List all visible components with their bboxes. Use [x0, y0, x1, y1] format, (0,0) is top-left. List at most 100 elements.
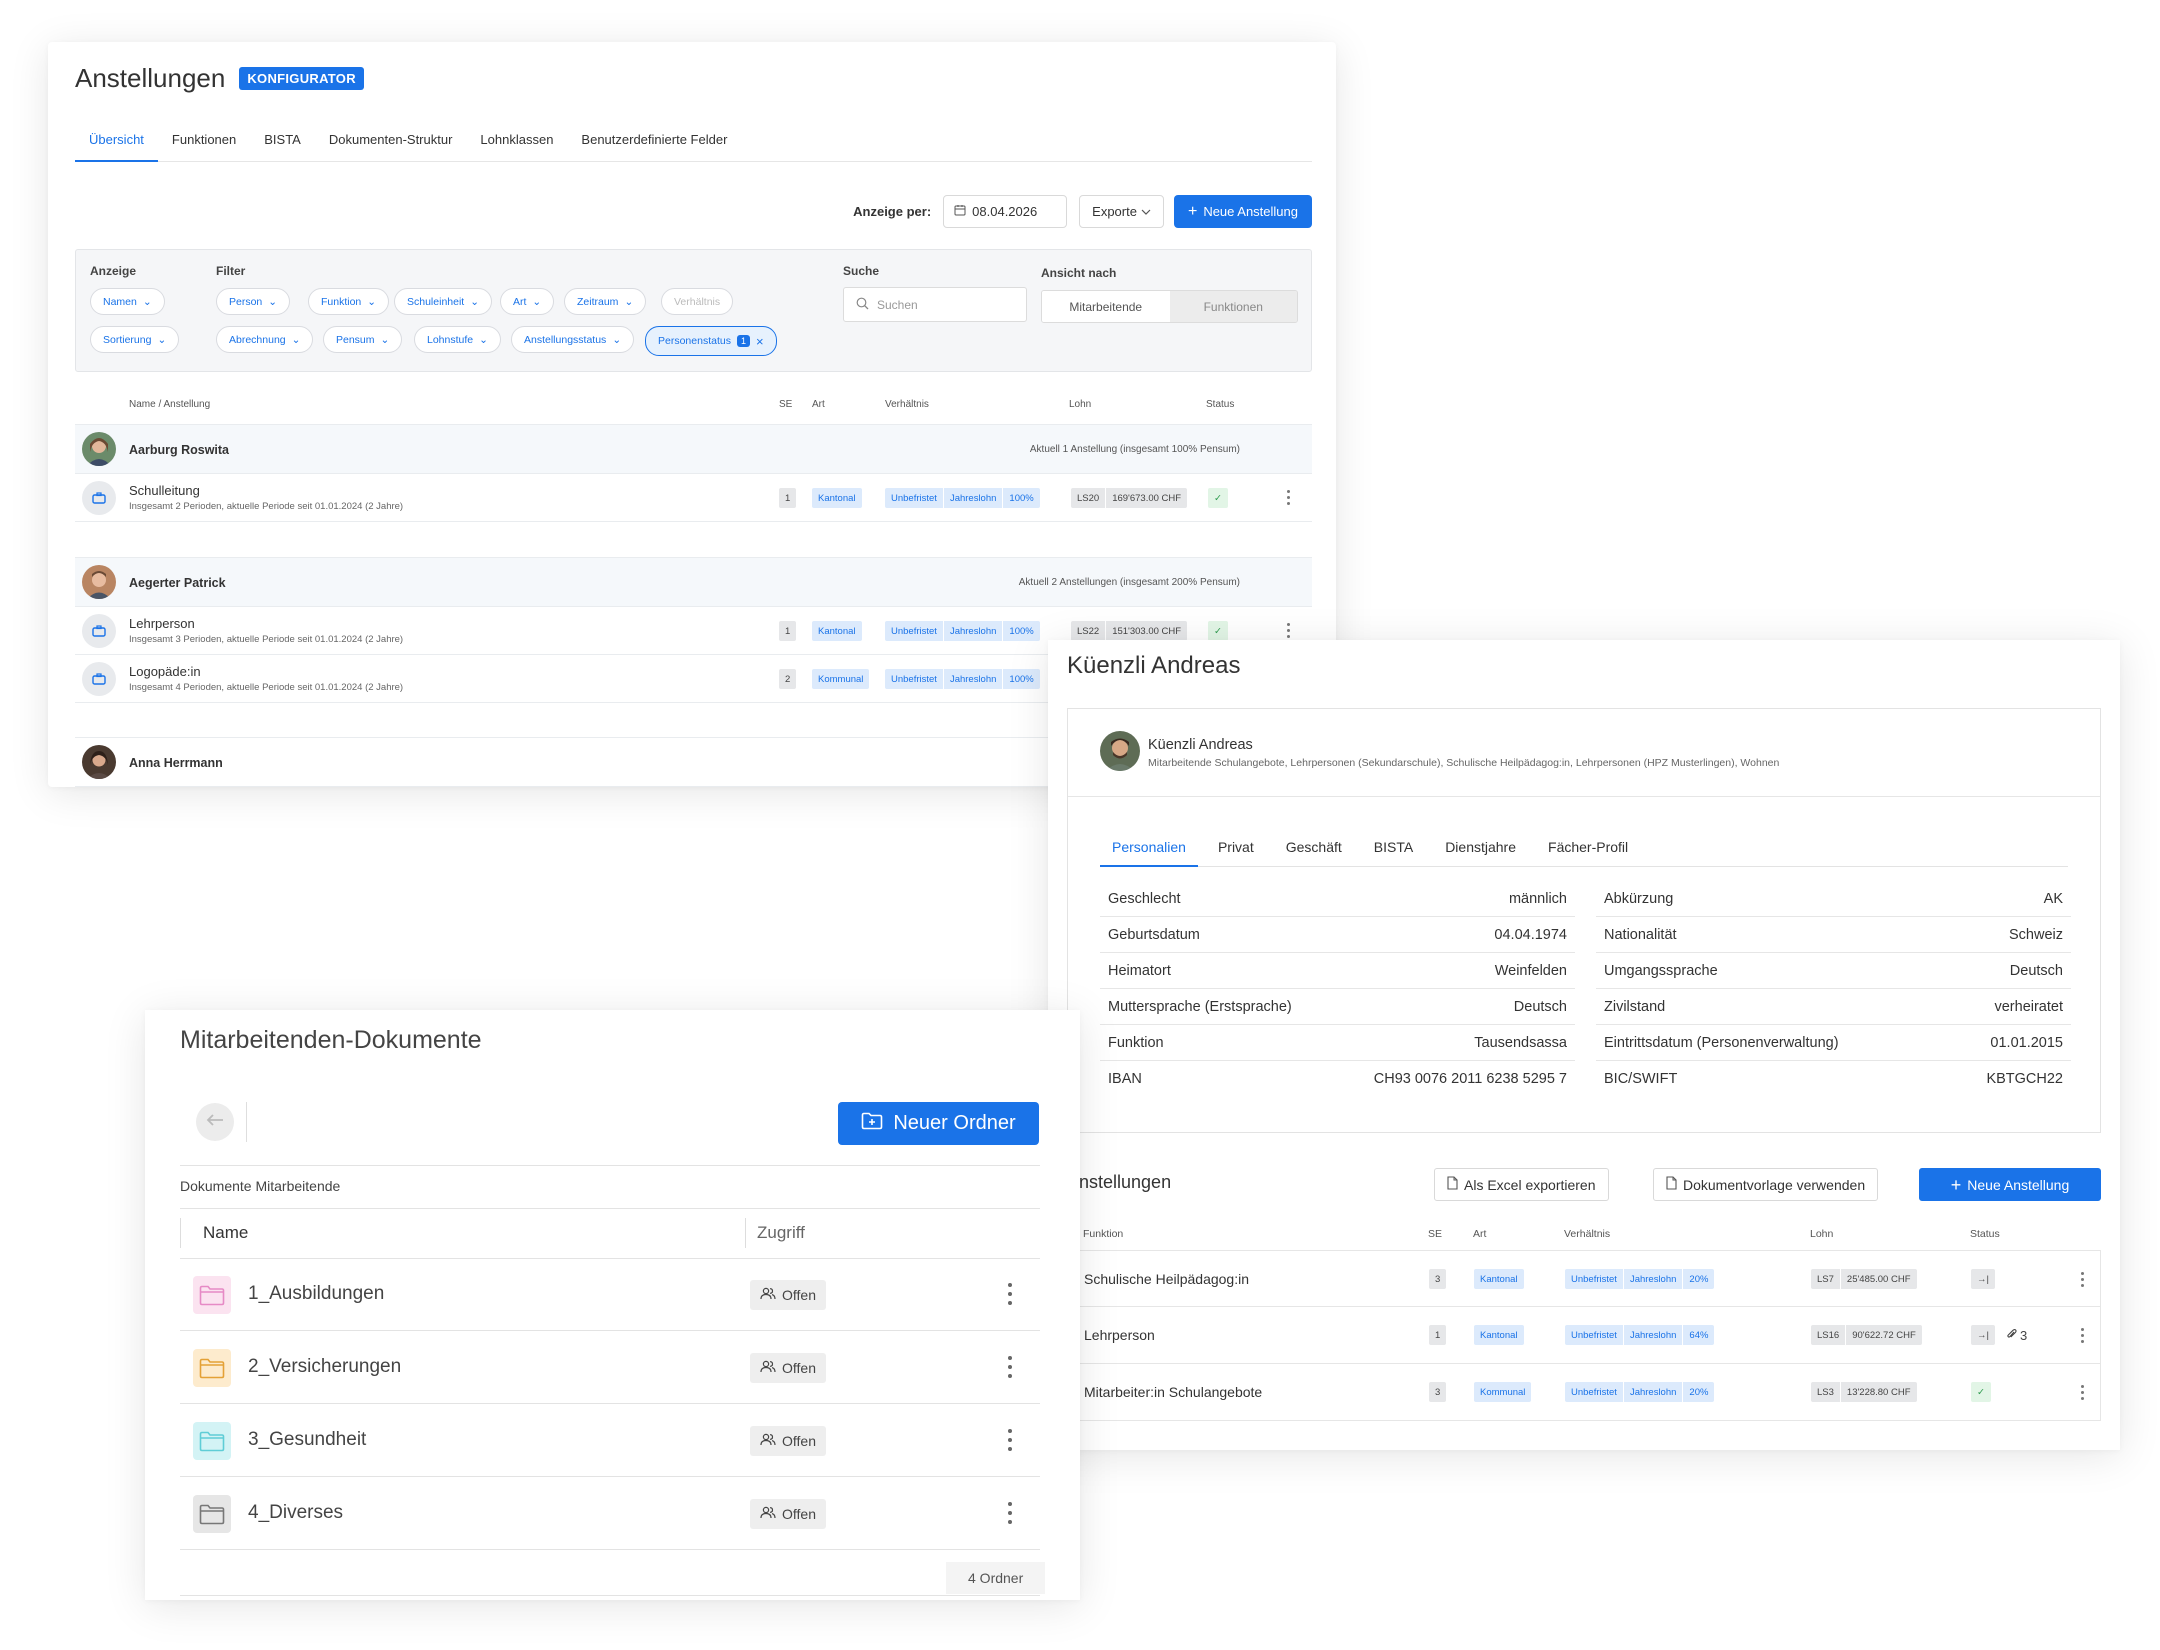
exporte-button[interactable]: Exporte [1079, 195, 1164, 228]
chevron-down-icon: ⌄ [612, 333, 622, 346]
neuer-ordner-button[interactable]: Neuer Ordner [838, 1102, 1039, 1145]
excel-export-button[interactable]: Als Excel exportieren [1434, 1168, 1609, 1201]
chip-sortierung[interactable]: Sortierung ⌄ [90, 326, 180, 353]
employment-row[interactable]: Schulleitung Insgesamt 2 Perioden, aktue… [75, 474, 1312, 522]
chip-label: Lohnstufe [427, 333, 474, 346]
tab-privat[interactable]: Privat [1206, 831, 1266, 867]
lohn-tags: LS7 25'485.00 CHF [1811, 1269, 1917, 1289]
users-icon [760, 1433, 776, 1449]
attachments[interactable]: 3 [2006, 1325, 2027, 1345]
chip-lohnstufe[interactable]: Lohnstufe ⌄ [414, 326, 501, 353]
access-badge[interactable]: Offen [750, 1353, 826, 1383]
tab-bista[interactable]: BISTA [1362, 831, 1425, 867]
more-icon[interactable] [1008, 1502, 1012, 1524]
folder-plus-icon [861, 1112, 883, 1136]
tab-benutzerdefinierte-felder[interactable]: Benutzerdefinierte Felder [567, 120, 741, 162]
tab-dokumenten-struktur[interactable]: Dokumenten-Struktur [315, 120, 467, 162]
access-badge[interactable]: Offen [750, 1280, 826, 1310]
tab-bista[interactable]: BISTA [250, 120, 315, 162]
folder-row[interactable]: 4_Diverses Offen [180, 1478, 1040, 1550]
folder-icon [193, 1495, 231, 1533]
more-icon[interactable] [1287, 623, 1291, 638]
folder-row[interactable]: 1_Ausbildungen Offen [180, 1259, 1040, 1331]
back-button[interactable] [196, 1103, 234, 1141]
tag-lohnstufe: LS22 [1071, 621, 1107, 641]
folder-count: 4 Ordner [946, 1562, 1046, 1594]
anstellung-funktion: Schulische Heilpädagog:in [1084, 1271, 1249, 1287]
chip-abrechnung[interactable]: Abrechnung ⌄ [216, 326, 314, 353]
field-geschlecht: Geschlecht männlich [1100, 881, 1575, 917]
tag-pensum: 100% [1009, 673, 1034, 685]
folder-row[interactable]: 2_Versicherungen Offen [180, 1332, 1040, 1404]
page-title-text: Anstellungen [75, 63, 226, 93]
anstellung-row[interactable]: Schulische Heilpädagog:in 3 Kantonal Unb… [1067, 1250, 2101, 1307]
more-icon[interactable] [1008, 1283, 1012, 1305]
chip-person[interactable]: Person ⌄ [216, 288, 291, 315]
ansicht-funktionen[interactable]: Funktionen [1169, 291, 1297, 322]
tag-pensum: 20% [1689, 1386, 1709, 1398]
more-icon[interactable] [1287, 490, 1291, 505]
col-name[interactable]: Name [203, 1223, 248, 1243]
chip-pensum[interactable]: Pensum ⌄ [323, 326, 403, 353]
chevron-down-icon: ⌄ [367, 295, 377, 308]
access-badge[interactable]: Offen [750, 1426, 826, 1456]
filter-box: Anzeige Namen ⌄ Sortierung ⌄ Filter Person… [75, 249, 1312, 372]
chip-anstellungsstatus[interactable]: Anstellungsstatus ⌄ [511, 326, 635, 353]
chip-personenstatus[interactable]: Personenstatus 1 × [645, 326, 777, 356]
tab-faecher-profil[interactable]: Fächer-Profil [1536, 831, 1640, 867]
field-value: 04.04.1974 [1494, 926, 1567, 943]
chip-label: Personenstatus [658, 335, 731, 347]
access-badge[interactable]: Offen [750, 1499, 826, 1529]
documents-title: Mitarbeitenden-Dokumente [180, 1026, 482, 1054]
divider [180, 1208, 1040, 1209]
col-art: Art [1473, 1228, 1487, 1240]
tab-funktionen[interactable]: Funktionen [158, 120, 250, 162]
tab-personalien[interactable]: Personalien [1100, 831, 1198, 867]
folder-icon [193, 1349, 231, 1387]
chip-funktion[interactable]: Funktion ⌄ [308, 288, 390, 315]
verhaeltnis-tags: Unbefristet Jahreslohn 20% [1565, 1269, 1715, 1289]
person-name: Aegerter Patrick [129, 576, 226, 590]
page-title: Anstellungen KONFIGURATOR [75, 63, 364, 94]
person-row[interactable]: Aarburg Roswita Aktuell 1 Anstellung (in… [75, 424, 1312, 474]
more-icon[interactable] [2081, 1272, 2085, 1287]
chip-zeitraum[interactable]: Zeitraum ⌄ [564, 288, 647, 315]
chip-art[interactable]: Art ⌄ [500, 288, 555, 315]
dokumentvorlage-button[interactable]: Dokumentvorlage verwenden [1653, 1168, 1879, 1201]
chip-schuleinheit[interactable]: Schuleinheit ⌄ [394, 288, 493, 315]
tab-geschaeft[interactable]: Geschäft [1274, 831, 1354, 867]
anstellung-row[interactable]: Mitarbeiter:in Schulangebote 3 Kommunal … [1067, 1364, 2101, 1421]
more-icon[interactable] [2081, 1328, 2085, 1343]
person-row[interactable]: Aegerter Patrick Aktuell 2 Anstellungen … [75, 557, 1312, 607]
neue-anstellung-button[interactable]: + Neue Anstellung [1919, 1168, 2101, 1201]
field-label: IBAN [1108, 1071, 1142, 1087]
tag-lohnart: Jahreslohn [1624, 1382, 1684, 1402]
folder-name: 2_Versicherungen [248, 1356, 402, 1377]
se-badge: 1 [779, 488, 797, 508]
field-label: Geburtsdatum [1108, 926, 1200, 943]
tab-uebersicht[interactable]: Übersicht [75, 120, 158, 162]
chevron-down-icon: ⌄ [532, 295, 542, 308]
tab-lohnklassen[interactable]: Lohnklassen [466, 120, 567, 162]
col-se: SE [779, 399, 793, 410]
more-icon[interactable] [2081, 1385, 2085, 1400]
tab-dienstjahre[interactable]: Dienstjahre [1433, 831, 1528, 867]
se-badge: 1 [779, 621, 797, 641]
search-input[interactable]: Suchen [843, 287, 1027, 322]
col-zugriff[interactable]: Zugriff [757, 1223, 805, 1243]
folder-name: 4_Diverses [248, 1502, 344, 1523]
date-field[interactable]: 08.04.2026 [943, 195, 1068, 228]
close-icon[interactable]: × [756, 334, 764, 349]
tag-befristung: Unbefristet [885, 488, 944, 508]
ansicht-mitarbeitende[interactable]: Mitarbeitende [1042, 291, 1170, 322]
divider [1068, 796, 2100, 797]
chip-namen[interactable]: Namen ⌄ [90, 288, 165, 315]
more-icon[interactable] [1008, 1356, 1012, 1378]
anstellung-row[interactable]: Lehrperson 1 Kantonal Unbefristet Jahres… [1067, 1307, 2101, 1364]
more-icon[interactable] [1008, 1429, 1012, 1451]
field-label: Geschlecht [1108, 890, 1181, 907]
folder-row[interactable]: 3_Gesundheit Offen [180, 1405, 1040, 1477]
personalien-left: Geschlecht männlich Geburtsdatum 04.04.197… [1100, 881, 1575, 1097]
field-heimatort: Heimatort Weinfelden [1100, 953, 1575, 989]
neue-anstellung-button[interactable]: + Neue Anstellung [1173, 195, 1312, 228]
